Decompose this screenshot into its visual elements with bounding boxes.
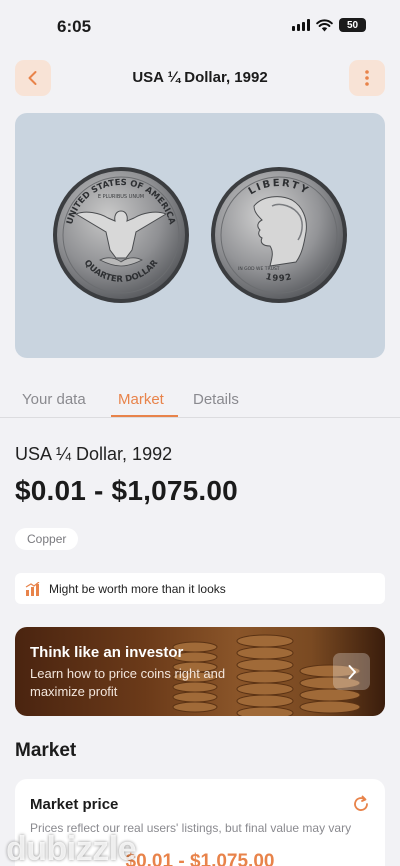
chevron-right-icon: [348, 664, 356, 679]
signal-icon: [292, 19, 310, 31]
promo-arrow-button[interactable]: [333, 653, 370, 690]
page-title: USA ¼ Dollar, 1992: [132, 69, 268, 86]
material-chip: Copper: [15, 528, 79, 550]
worth-banner-text: Might be worth more than it looks: [49, 581, 226, 596]
market-price-title: Market price: [30, 796, 119, 813]
status-bar: 6:05 50: [0, 0, 400, 52]
tab-bar: Your data Market Details: [0, 380, 400, 418]
svg-text:E PLURIBUS UNUM: E PLURIBUS UNUM: [98, 194, 144, 200]
promo-title: Think like an investor: [30, 644, 184, 661]
wifi-icon: [316, 18, 333, 31]
investor-promo-card[interactable]: Think like an investor Learn how to pric…: [15, 627, 385, 716]
svg-text:IN GOD WE TRUST: IN GOD WE TRUST: [238, 266, 280, 272]
more-options-button[interactable]: [349, 60, 385, 96]
status-icons: 50: [292, 18, 366, 32]
watermark: dubizzle: [0, 828, 400, 866]
coin-name: USA ¼ Dollar, 1992: [15, 444, 173, 464]
chart-bars-icon: [25, 581, 40, 596]
coin-image[interactable]: UNITED STATES OF AMERICA QUARTER DOLLAR …: [15, 113, 385, 358]
price-range: $0.01 - $1,075.00: [15, 475, 238, 506]
active-tab-indicator: [111, 415, 178, 417]
refresh-icon[interactable]: [352, 795, 370, 813]
tab-details[interactable]: Details: [193, 391, 239, 408]
back-button[interactable]: [15, 60, 51, 96]
coin-reverse-image: LIBERTY 1992 IN GOD WE TRUST: [211, 167, 347, 303]
battery-icon: 50: [339, 18, 366, 32]
worth-banner[interactable]: Might be worth more than it looks: [15, 573, 385, 604]
tab-your-data[interactable]: Your data: [22, 391, 86, 408]
watermark-text: dubizzle: [6, 830, 137, 866]
status-time: 6:05: [57, 17, 92, 36]
vertical-ellipsis-icon: [365, 70, 369, 86]
tab-market[interactable]: Market: [118, 391, 164, 408]
coin-obverse-image: UNITED STATES OF AMERICA QUARTER DOLLAR …: [53, 167, 189, 303]
chevron-left-icon: [28, 71, 37, 85]
promo-description: Learn how to price coins right and maxim…: [30, 666, 226, 699]
market-section-title: Market: [15, 740, 77, 761]
nav-bar: USA ¼ Dollar, 1992: [15, 60, 385, 98]
